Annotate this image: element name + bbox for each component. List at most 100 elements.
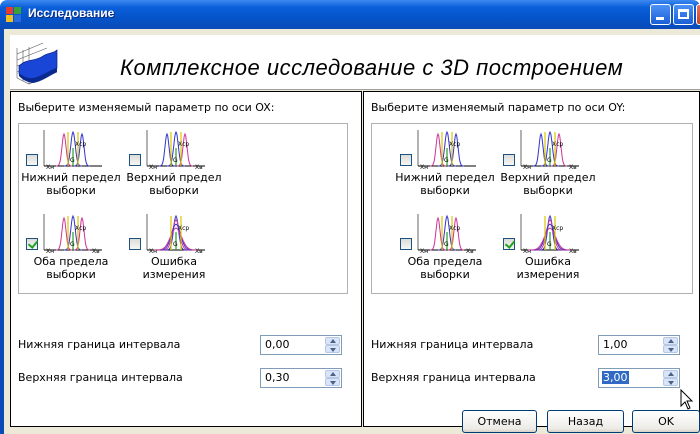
maximize-button[interactable] [673, 4, 694, 25]
svg-text:Xв: Xв [195, 164, 203, 170]
svg-text:Xн: Xн [46, 248, 54, 254]
ox-option-upper-limit[interactable]: Xcp G Xн Xв Верхний предел выборки [126, 128, 229, 208]
svg-text:Xн: Xн [46, 164, 54, 170]
oy-error-checkbox[interactable] [503, 238, 515, 250]
ox-option-lower-limit[interactable]: Xcp G Xн Нижний передел выборки [21, 128, 126, 208]
title-bar[interactable]: Исследование [0, 0, 700, 29]
oy-option-both-limits[interactable]: Xcp G Xн Xв Оба предела выборки [400, 212, 500, 292]
oy-lower-limit-checkbox[interactable] [400, 154, 412, 166]
svg-text:G: G [444, 241, 449, 248]
3d-surface-logo-icon [13, 40, 59, 86]
oy-lower-bound-spinner[interactable]: 1,00 [598, 335, 680, 355]
ox-lower-limit-label: Нижний передел выборки [21, 171, 121, 197]
spin-up-icon[interactable] [663, 337, 678, 345]
oy-lower-bound-label: Нижняя граница интервала [371, 338, 534, 351]
minimize-button[interactable] [650, 4, 671, 25]
oy-upper-bound-label: Верхняя граница интервала [371, 371, 536, 384]
svg-text:Xн: Xн [149, 164, 157, 170]
svg-text:Xcp: Xcp [449, 141, 460, 148]
error-distribution-graph-icon: Xcp G Xн Xв [520, 214, 579, 254]
svg-text:Xcp: Xcp [178, 141, 189, 148]
ox-lower-bound-spinner[interactable]: 0,00 [260, 335, 342, 355]
svg-text:G: G [547, 241, 552, 248]
oy-upper-bound-value[interactable]: 3,00 [602, 371, 629, 384]
ox-error-label: Ошибка измерения [142, 255, 206, 281]
svg-text:Xн: Xн [523, 248, 531, 254]
svg-text:Xн: Xн [420, 248, 428, 254]
ox-panel-label: Выберите изменяемый параметр по оси OX: [18, 101, 275, 114]
back-button[interactable]: Назад [547, 410, 624, 433]
ox-lower-bound-value[interactable]: 0,00 [264, 338, 291, 351]
svg-text:Xн: Xн [523, 164, 531, 170]
svg-text:Xcp: Xcp [75, 225, 86, 232]
svg-text:Xcp: Xcp [178, 225, 189, 232]
svg-text:Xн: Xн [149, 248, 157, 254]
spin-up-icon[interactable] [325, 337, 340, 345]
spin-down-icon[interactable] [325, 378, 340, 386]
ox-both-limits-checkbox[interactable] [26, 238, 38, 250]
page-heading: Комплексное исследование с 3D построение… [120, 55, 624, 80]
oy-both-limits-label: Оба предела выборки [407, 255, 483, 281]
app-icon [6, 7, 22, 23]
oy-options-box: Xcp G Xн Нижний передел выборки Xcp G Xн Xв Ве… [371, 123, 693, 294]
distribution-graph-icon: Xcp G Xн Xв [43, 214, 102, 254]
ox-upper-limit-checkbox[interactable] [129, 154, 141, 166]
svg-text:Xcp: Xcp [449, 225, 460, 232]
oy-lower-limit-label: Нижний передел выборки [395, 171, 495, 197]
svg-text:Xcp: Xcp [552, 141, 563, 148]
ok-button[interactable]: OK [632, 410, 700, 433]
svg-text:Xв: Xв [195, 248, 203, 254]
ox-upper-bound-spinner[interactable]: 0,30 [260, 368, 342, 388]
svg-text:Xcp: Xcp [75, 141, 86, 148]
distribution-graph-icon: Xcp G Xн [417, 130, 476, 170]
spin-down-icon[interactable] [663, 378, 678, 386]
svg-text:Xв: Xв [92, 248, 100, 254]
distribution-graph-icon: Xcp G Xн Xв [520, 130, 579, 170]
svg-text:G: G [173, 241, 178, 248]
svg-text:G: G [70, 241, 75, 248]
spin-up-icon[interactable] [663, 370, 678, 378]
oy-option-upper-limit[interactable]: Xcp G Xн Xв Верхний предел выборки [500, 128, 603, 208]
distribution-graph-icon: Xcp G Xн [43, 130, 102, 170]
svg-text:G: G [444, 157, 449, 164]
ox-lower-limit-checkbox[interactable] [26, 154, 38, 166]
svg-text:Xн: Xн [420, 164, 428, 170]
oy-panel-label: Выберите изменяемый параметр по оси OY: [371, 101, 626, 114]
ox-option-error[interactable]: Xcp G Xн Xв Ошибка измерения [129, 212, 229, 292]
close-button[interactable] [696, 4, 700, 25]
ox-upper-bound-value[interactable]: 0,30 [264, 371, 291, 384]
oy-upper-bound-spinner[interactable]: 3,00 [598, 368, 680, 388]
ox-options-box: Xcp G Xн Нижний передел выборки Xcp G Xн Xв Ве… [18, 123, 348, 294]
ox-both-limits-label: Оба предела выборки [33, 255, 109, 281]
svg-text:G: G [547, 157, 552, 164]
oy-both-limits-checkbox[interactable] [400, 238, 412, 250]
spin-up-icon[interactable] [325, 370, 340, 378]
ox-upper-bound-label: Верхняя граница интервала [18, 371, 183, 384]
svg-text:G: G [173, 157, 178, 164]
svg-text:Xв: Xв [569, 164, 577, 170]
oy-panel: Выберите изменяемый параметр по оси OY: … [363, 91, 700, 427]
oy-option-lower-limit[interactable]: Xcp G Xн Нижний передел выборки [395, 128, 500, 208]
svg-text:Xcp: Xcp [552, 225, 563, 232]
oy-option-error[interactable]: Xcp G Xн Xв Ошибка измерения [503, 212, 603, 292]
spin-down-icon[interactable] [663, 345, 678, 353]
ox-option-both-limits[interactable]: Xcp G Xн Xв Оба предела выборки [26, 212, 126, 292]
cancel-button[interactable]: Отмена [462, 410, 537, 433]
ox-upper-limit-label: Верхний предел выборки [126, 171, 222, 197]
oy-upper-limit-label: Верхний предел выборки [500, 171, 596, 197]
ox-panel: Выберите изменяемый параметр по оси OX: … [10, 91, 362, 427]
oy-lower-bound-value[interactable]: 1,00 [602, 338, 629, 351]
ox-error-checkbox[interactable] [129, 238, 141, 250]
svg-text:Xв: Xв [569, 248, 577, 254]
error-distribution-graph-icon: Xcp G Xн Xв [146, 214, 205, 254]
oy-error-label: Ошибка измерения [516, 255, 580, 281]
mouse-pointer-icon [680, 389, 694, 410]
svg-text:Xв: Xв [466, 248, 474, 254]
svg-text:G: G [70, 157, 75, 164]
distribution-graph-icon: Xcp G Xн Xв [146, 130, 205, 170]
oy-upper-limit-checkbox[interactable] [503, 154, 515, 166]
minimize-icon [656, 17, 664, 20]
spin-down-icon[interactable] [325, 345, 340, 353]
window-title: Исследование [28, 6, 115, 20]
distribution-graph-icon: Xcp G Xн Xв [417, 214, 476, 254]
